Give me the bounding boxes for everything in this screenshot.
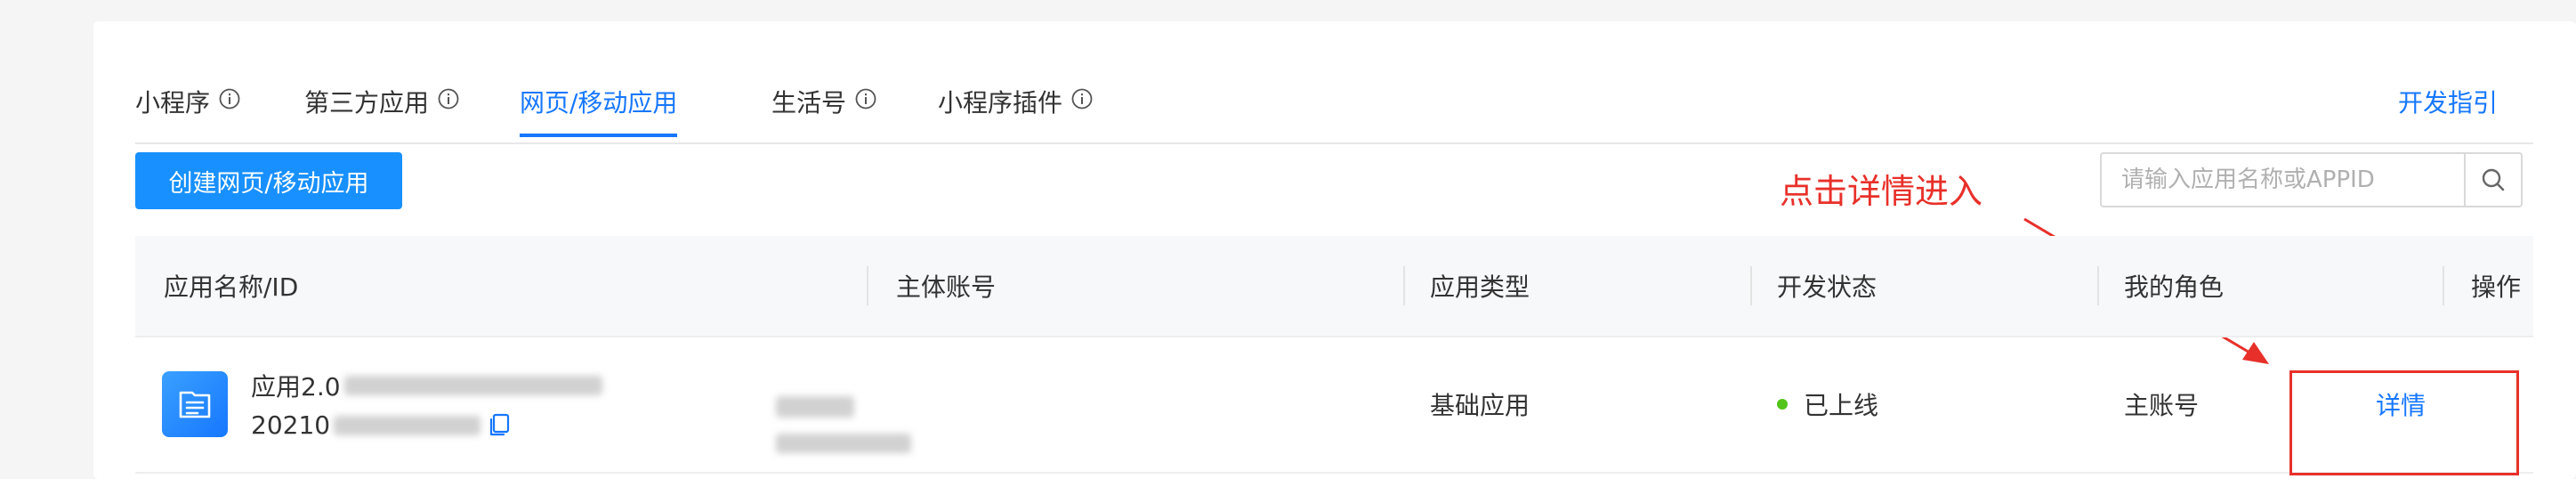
column-header-type: 应用类型 xyxy=(1430,272,1530,302)
info-icon[interactable] xyxy=(855,88,876,110)
tab-label: 生活号 xyxy=(771,88,847,118)
tab-label: 小程序插件 xyxy=(938,88,1063,118)
column-header-status: 开发状态 xyxy=(1777,272,1877,302)
redacted-owner-name xyxy=(776,396,854,418)
tab-mini-program[interactable]: 小程序 xyxy=(135,84,240,137)
redacted-app-id xyxy=(334,415,481,435)
dev-status: 已上线 xyxy=(1777,336,1878,472)
status-label: 已上线 xyxy=(1804,390,1879,420)
column-header-owner: 主体账号 xyxy=(896,272,997,302)
tab-life-account[interactable]: 生活号 xyxy=(771,84,876,137)
column-divider xyxy=(1750,266,1752,305)
search-button[interactable] xyxy=(2464,154,2521,206)
status-dot xyxy=(1777,398,1788,410)
table-header: 应用名称/ID 主体账号 应用类型 开发状态 我的角色 操作 xyxy=(135,236,2533,337)
search-icon xyxy=(2482,168,2505,191)
tab-label: 第三方应用 xyxy=(304,88,430,118)
tab-web-mobile-app[interactable]: 网页/移动应用 xyxy=(520,84,678,137)
app-id: 20210 xyxy=(251,410,511,440)
dev-guide-link[interactable]: 开发指引 xyxy=(2398,84,2498,119)
column-header-name: 应用名称/ID xyxy=(164,272,299,302)
app-icon xyxy=(162,371,228,437)
column-divider xyxy=(2443,266,2444,305)
tab-mini-program-plugin[interactable]: 小程序插件 xyxy=(938,84,1093,137)
redacted-app-name xyxy=(343,376,602,395)
main-card: 小程序 第三方应用 网页/移动应用 生活号 小程序插件 开发指引 创建网页/移动… xyxy=(93,21,2576,479)
column-divider xyxy=(2097,266,2099,305)
redacted-owner-account xyxy=(776,434,911,453)
table-row: 应用2.0 20210 基础应用 已上线 主账号 xyxy=(135,336,2533,474)
column-divider xyxy=(1403,266,1405,305)
app-id-prefix: 20210 xyxy=(251,410,331,440)
app-type: 基础应用 xyxy=(1430,390,1530,420)
tab-label: 网页/移动应用 xyxy=(520,88,678,118)
column-header-role: 我的角色 xyxy=(2124,272,2225,302)
info-icon[interactable] xyxy=(219,88,240,110)
my-role: 主账号 xyxy=(2124,390,2200,420)
app-name-prefix: 应用2.0 xyxy=(251,372,341,402)
search-input[interactable] xyxy=(2102,154,2464,206)
annotation-highlight-box xyxy=(2289,370,2519,475)
tab-label: 小程序 xyxy=(135,88,211,118)
tab-third-party-app[interactable]: 第三方应用 xyxy=(304,84,459,137)
document-icon xyxy=(179,391,211,418)
create-app-button[interactable]: 创建网页/移动应用 xyxy=(135,152,402,209)
search-box xyxy=(2100,152,2523,207)
info-icon[interactable] xyxy=(1071,88,1093,110)
app-name: 应用2.0 xyxy=(251,368,602,403)
column-divider xyxy=(867,266,868,305)
copy-icon[interactable] xyxy=(488,413,511,438)
info-icon[interactable] xyxy=(438,88,459,110)
annotation-text: 点击详情进入 xyxy=(1780,172,1983,211)
tab-bar: 小程序 第三方应用 网页/移动应用 生活号 小程序插件 开发指引 xyxy=(135,68,2533,144)
column-header-action: 操作 xyxy=(2471,272,2522,302)
